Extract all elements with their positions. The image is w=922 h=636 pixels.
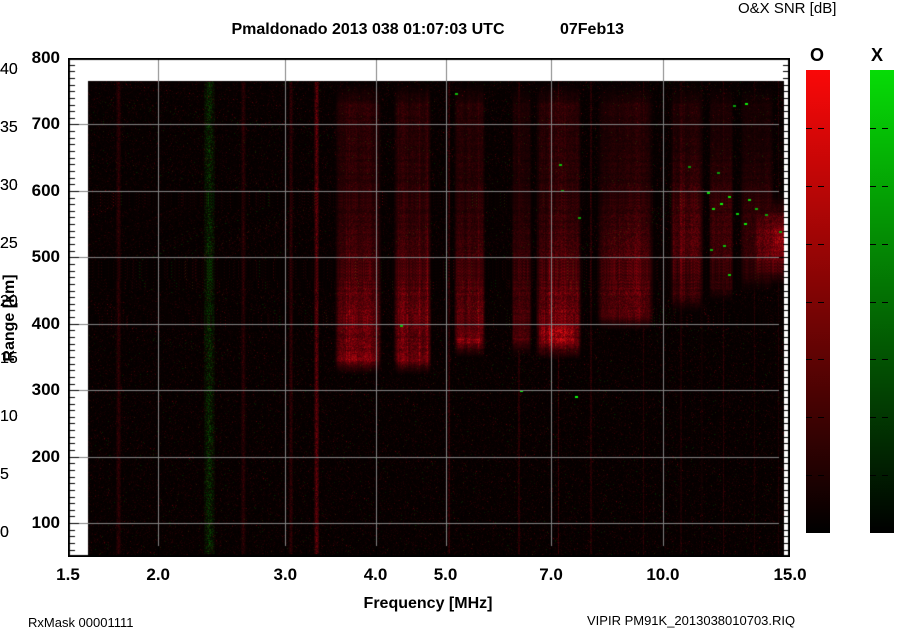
x-tick-label: 2.0 <box>146 565 171 584</box>
rx-mask-label: RxMask 00001111 <box>28 615 134 630</box>
x-tick-label: 7.0 <box>539 565 563 584</box>
colorbar-tick-dash <box>806 531 824 532</box>
ionogram-canvas <box>68 58 790 557</box>
y-tick-label: 800 <box>31 48 60 67</box>
colorbar-tick-dash <box>870 359 888 360</box>
colorbar-tick-dash <box>806 302 824 303</box>
ionogram-page: Pmaldonado 2013 038 01:07:03 UTC 07Feb13… <box>0 0 922 636</box>
y-tick-label: 100 <box>31 513 60 533</box>
colorbar-title: O&X SNR [dB] <box>738 0 837 17</box>
colorbar-tick-dash <box>870 186 888 187</box>
y-tick-label: 200 <box>31 446 60 466</box>
x-tick-label: 3.0 <box>273 565 298 584</box>
colorbar-tick-dash <box>870 531 888 532</box>
colorbar-tick-dash <box>806 186 824 187</box>
chart-title: Pmaldonado 2013 038 01:07:03 UTC <box>231 21 505 38</box>
colorbar-tick-dash <box>870 244 888 245</box>
data-filename-label: VIPIR PM91K_2013038010703.RIQ <box>587 613 796 628</box>
colorbar-tick-label: 5 <box>0 466 9 484</box>
y-axis-title: Range [km] <box>1 274 18 362</box>
colorbar-tick-dash <box>806 475 824 476</box>
colorbar-tick-dash <box>870 302 888 303</box>
x-tick-label: 5.0 <box>433 565 458 584</box>
colorbar-tick-dash <box>870 128 888 129</box>
colorbar-tick-dash <box>870 475 888 476</box>
colorbar-tick-dash <box>806 359 824 360</box>
y-tick-label: 600 <box>31 180 60 200</box>
y-tick-label: 400 <box>31 313 60 333</box>
colorbar-o-header: O <box>809 45 825 65</box>
y-tick-label: 700 <box>31 114 60 134</box>
x-tick-label: 15.0 <box>773 565 807 584</box>
x-axis-title: Frequency [MHz] <box>363 595 493 612</box>
colorbar-x-gradient <box>870 70 894 533</box>
colorbar-x-header: X <box>870 45 884 65</box>
colorbar-o-gradient <box>806 70 830 533</box>
y-tick-label: 500 <box>31 247 60 267</box>
x-tick-label: 1.5 <box>56 565 80 584</box>
colorbar-tick-dash <box>806 244 824 245</box>
y-tick-label: 300 <box>31 380 60 400</box>
colorbar-tick-dash <box>870 417 888 418</box>
colorbar-tick-label: 10 <box>0 408 18 426</box>
x-tick-label: 4.0 <box>363 565 388 584</box>
x-tick-label: 10.0 <box>646 565 680 584</box>
chart-date: 07Feb13 <box>559 21 625 38</box>
colorbar-tick-dash <box>806 128 824 129</box>
colorbar-tick-dash <box>806 417 824 418</box>
